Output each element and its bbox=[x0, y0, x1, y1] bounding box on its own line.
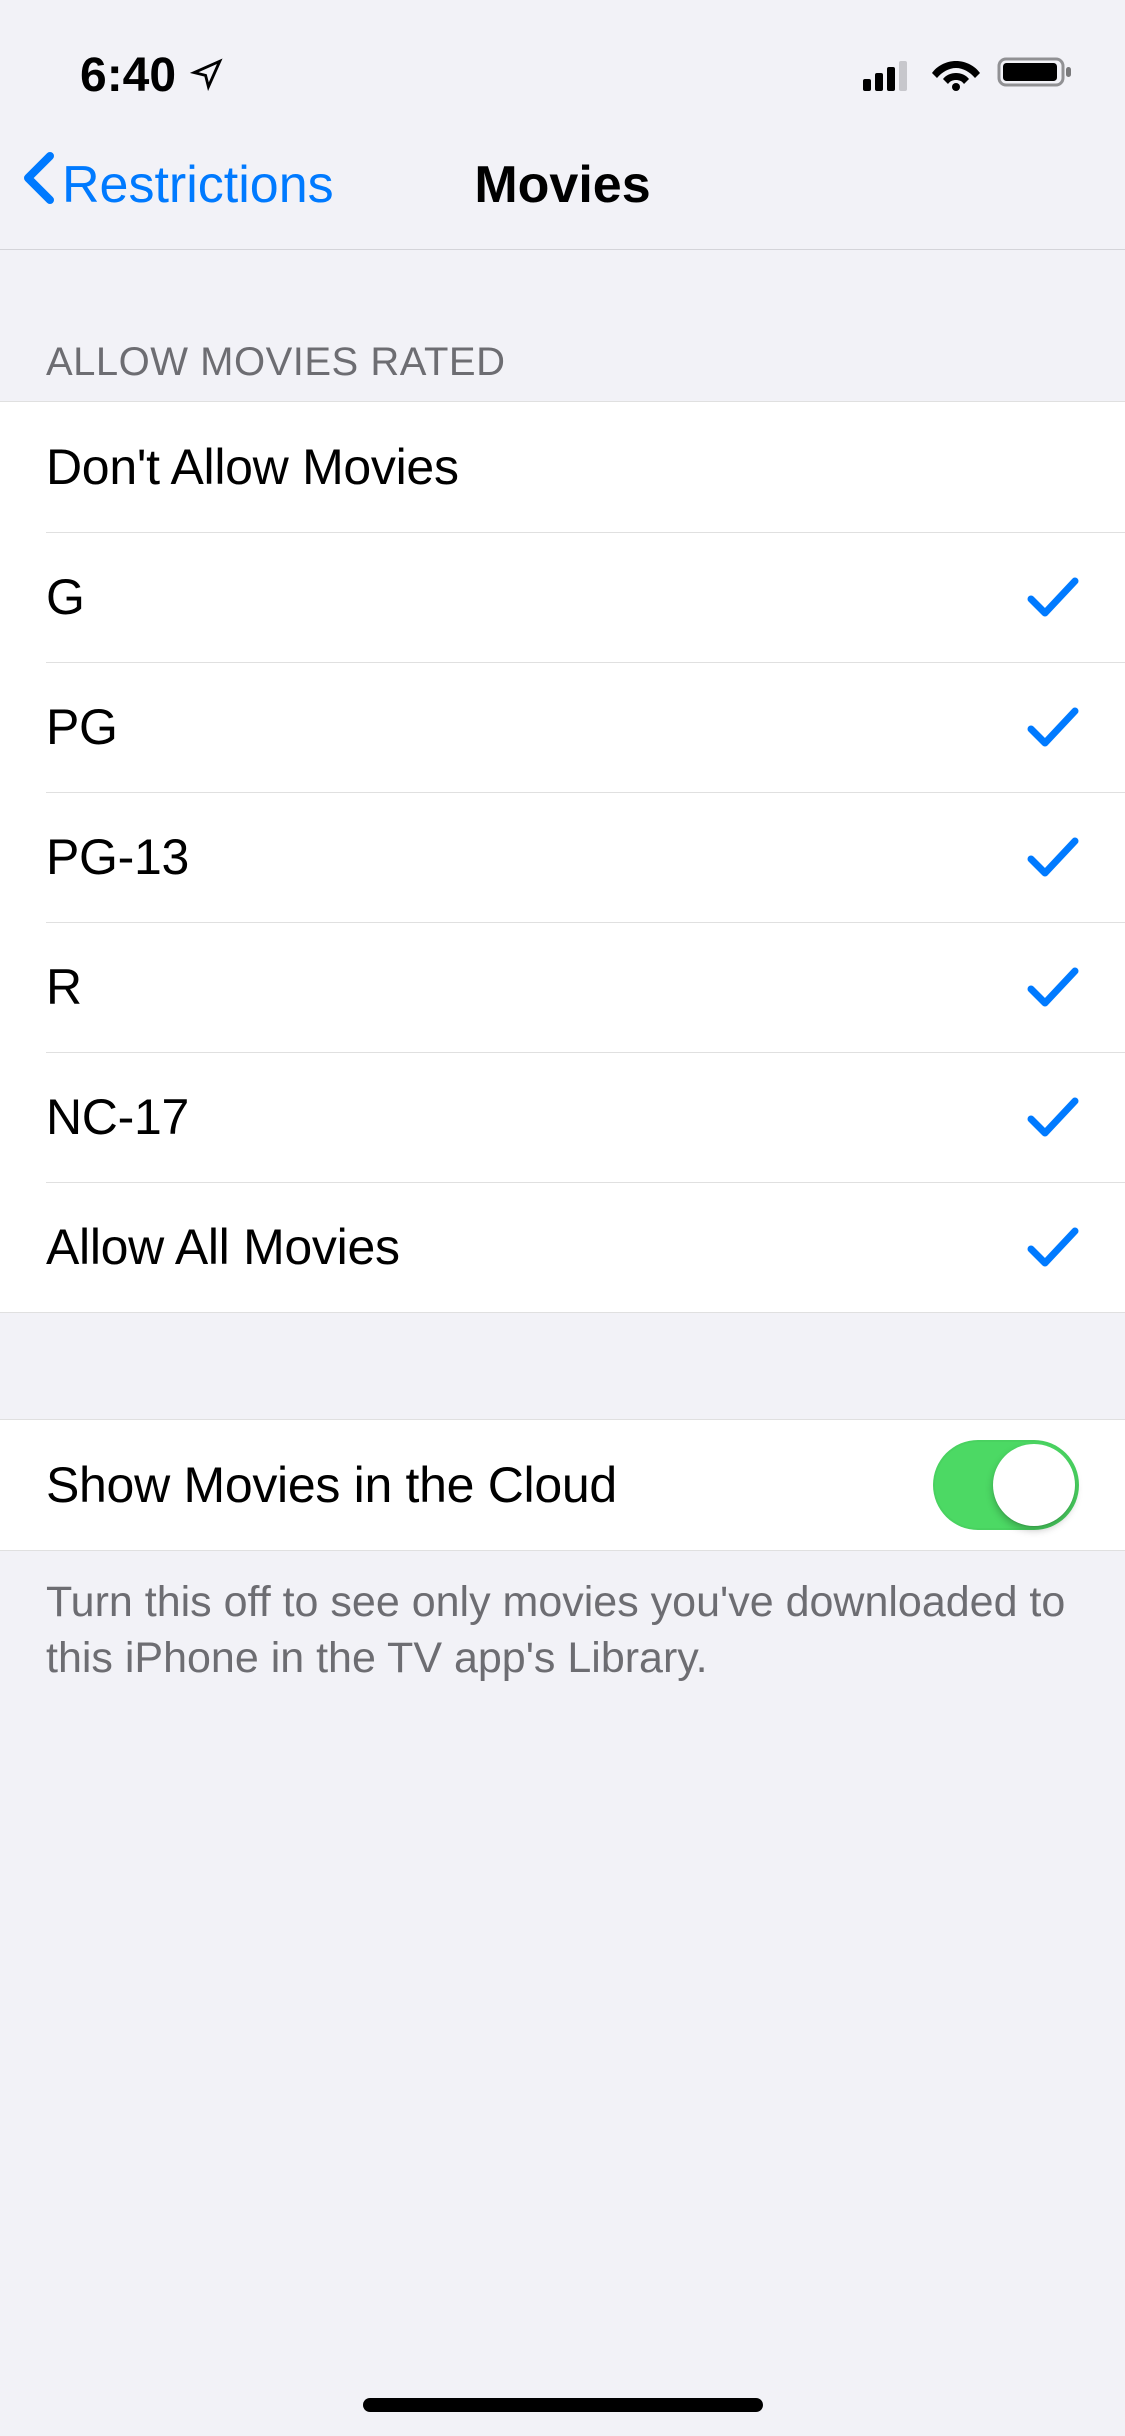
rating-row[interactable]: PG-13 bbox=[0, 792, 1125, 922]
location-icon bbox=[190, 48, 224, 103]
switch-thumb bbox=[993, 1444, 1075, 1526]
rating-row[interactable]: PG bbox=[0, 662, 1125, 792]
status-time: 6:40 bbox=[80, 48, 176, 103]
checkmark-icon bbox=[1027, 705, 1079, 749]
checkmark-icon bbox=[1027, 1225, 1079, 1269]
cloud-list: Show Movies in the Cloud bbox=[0, 1419, 1125, 1551]
nav-bar: Restrictions Movies bbox=[0, 120, 1125, 250]
rating-label: Don't Allow Movies bbox=[46, 438, 459, 496]
checkmark-icon bbox=[1027, 575, 1079, 619]
cellular-signal-icon bbox=[863, 48, 915, 103]
cloud-row[interactable]: Show Movies in the Cloud bbox=[0, 1420, 1125, 1550]
home-indicator[interactable] bbox=[363, 2398, 763, 2412]
wifi-icon bbox=[931, 48, 981, 103]
cloud-toggle[interactable] bbox=[933, 1440, 1079, 1530]
checkmark-icon bbox=[1027, 1095, 1079, 1139]
checkmark-icon bbox=[1027, 965, 1079, 1009]
section-header: Allow Movies Rated bbox=[0, 250, 1125, 401]
status-left: 6:40 bbox=[80, 48, 224, 103]
back-label: Restrictions bbox=[62, 155, 334, 215]
rating-row[interactable]: G bbox=[0, 532, 1125, 662]
rating-label: NC-17 bbox=[46, 1088, 189, 1146]
rating-row[interactable]: NC-17 bbox=[0, 1052, 1125, 1182]
rating-row[interactable]: Don't Allow Movies bbox=[0, 402, 1125, 532]
status-bar: 6:40 bbox=[0, 0, 1125, 120]
checkmark-icon bbox=[1027, 835, 1079, 879]
spacer bbox=[0, 1313, 1125, 1419]
rating-label: PG-13 bbox=[46, 828, 189, 886]
cloud-footer: Turn this off to see only movies you've … bbox=[0, 1551, 1125, 1711]
rating-row[interactable]: R bbox=[0, 922, 1125, 1052]
status-right bbox=[863, 48, 1075, 103]
ratings-list: Don't Allow Movies G PG PG-13 R NC-17 bbox=[0, 401, 1125, 1313]
rating-label: Allow All Movies bbox=[46, 1218, 400, 1276]
rating-row[interactable]: Allow All Movies bbox=[0, 1182, 1125, 1312]
rating-label: PG bbox=[46, 698, 118, 756]
back-button[interactable]: Restrictions bbox=[20, 150, 334, 219]
rating-label: R bbox=[46, 958, 82, 1016]
cloud-label: Show Movies in the Cloud bbox=[46, 1456, 617, 1514]
rating-label: G bbox=[46, 568, 85, 626]
battery-icon bbox=[997, 48, 1075, 103]
chevron-left-icon bbox=[20, 150, 56, 219]
